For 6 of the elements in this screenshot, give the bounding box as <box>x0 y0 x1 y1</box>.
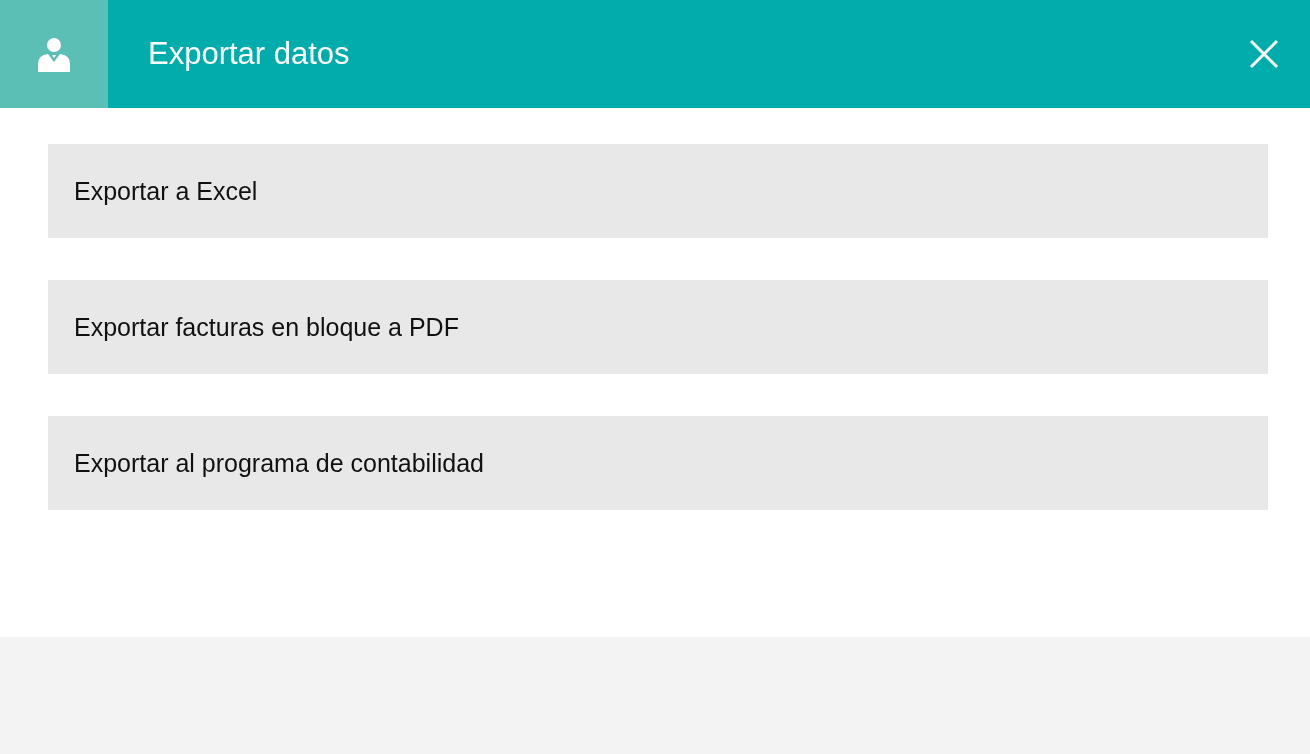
export-option[interactable]: Exportar facturas en bloque a PDF <box>48 280 1268 374</box>
dialog-title: Exportar datos <box>148 36 351 72</box>
export-option[interactable]: Exportar a Excel <box>48 144 1268 238</box>
user-icon <box>36 36 72 72</box>
export-option[interactable]: Exportar al programa de contabilidad <box>48 416 1268 510</box>
close-button[interactable] <box>1249 39 1279 69</box>
